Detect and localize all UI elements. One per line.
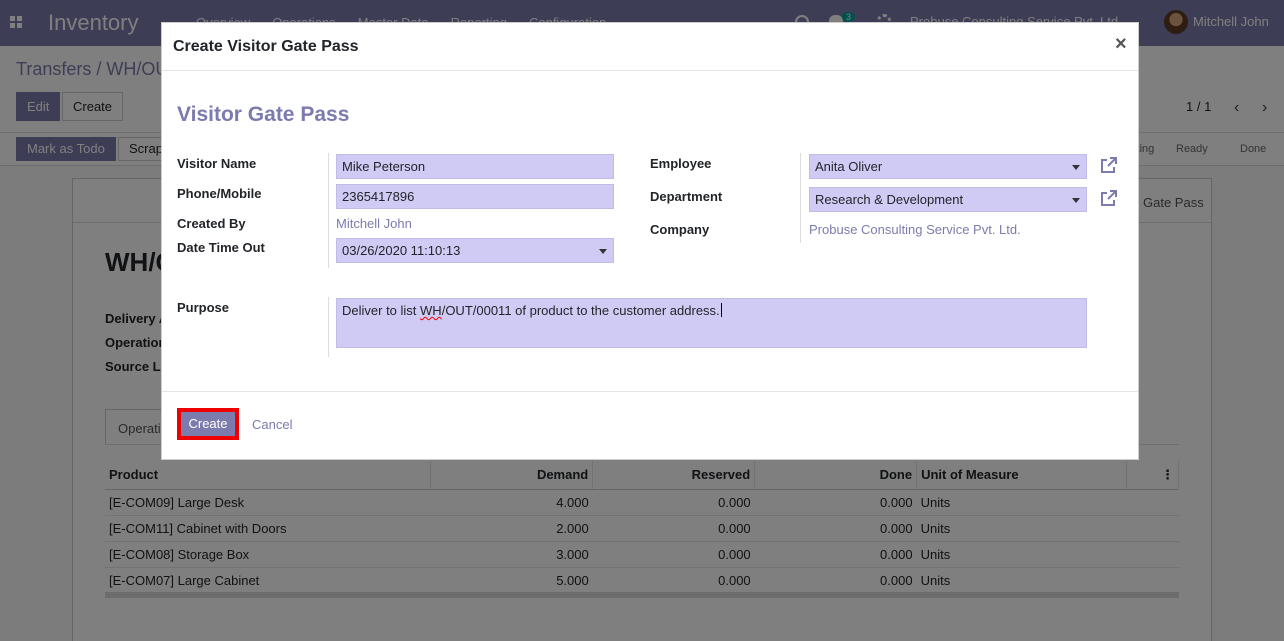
employee-label: Employee <box>650 156 712 171</box>
external-link-icon[interactable] <box>1098 156 1118 176</box>
department-select[interactable]: Research & Development <box>809 187 1087 212</box>
company-label: Company <box>650 222 710 237</box>
text-cursor <box>720 303 722 317</box>
department-value: Research & Development <box>815 192 964 207</box>
modal-title: Create Visitor Gate Pass <box>173 38 359 55</box>
employee-select[interactable]: Anita Oliver <box>809 154 1087 179</box>
create-button[interactable]: Create <box>178 409 238 439</box>
department-label: Department <box>650 189 723 204</box>
visitor-name-label: Visitor Name <box>177 156 257 171</box>
visitor-name-input[interactable]: Mike Peterson <box>336 154 614 179</box>
employee-value: Anita Oliver <box>815 159 883 174</box>
purpose-divider <box>328 297 329 357</box>
chevron-down-icon[interactable] <box>1072 165 1080 170</box>
visitor-gate-pass-dialog: Create Visitor Gate Pass × Visitor Gate … <box>161 22 1139 460</box>
external-link-icon[interactable] <box>1098 189 1118 209</box>
modal-header: Create Visitor Gate Pass × <box>162 23 1138 71</box>
date-time-out-picker[interactable]: 03/26/2020 11:10:13 <box>336 238 614 263</box>
close-icon[interactable]: × <box>1115 33 1127 56</box>
phone-input[interactable]: 2365417896 <box>336 184 614 209</box>
modal-footer: Create Cancel <box>162 391 1138 459</box>
purpose-text-misspelled: WH <box>420 303 442 318</box>
date-time-out-label: Date Time Out <box>177 240 265 255</box>
purpose-text-end: /OUT/00011 of product to the customer ad… <box>441 303 720 318</box>
company-value[interactable]: Probuse Consulting Service Pvt. Ltd. <box>809 222 1021 237</box>
left-group-divider <box>328 153 329 268</box>
chevron-down-icon[interactable] <box>1072 198 1080 203</box>
form-title: Visitor Gate Pass <box>177 103 350 126</box>
right-group-divider <box>800 153 801 243</box>
phone-label: Phone/Mobile <box>177 186 262 201</box>
created-by-label: Created By <box>177 216 246 231</box>
chevron-down-icon[interactable] <box>599 249 607 254</box>
created-by-value[interactable]: Mitchell John <box>336 216 412 231</box>
purpose-text-start: Deliver to list <box>342 303 421 318</box>
purpose-label: Purpose <box>177 300 230 315</box>
date-time-out-value: 03/26/2020 11:10:13 <box>342 243 461 258</box>
purpose-textarea[interactable]: Deliver to list WH/OUT/00011 of product … <box>336 298 1087 348</box>
cancel-button[interactable]: Cancel <box>252 417 292 432</box>
